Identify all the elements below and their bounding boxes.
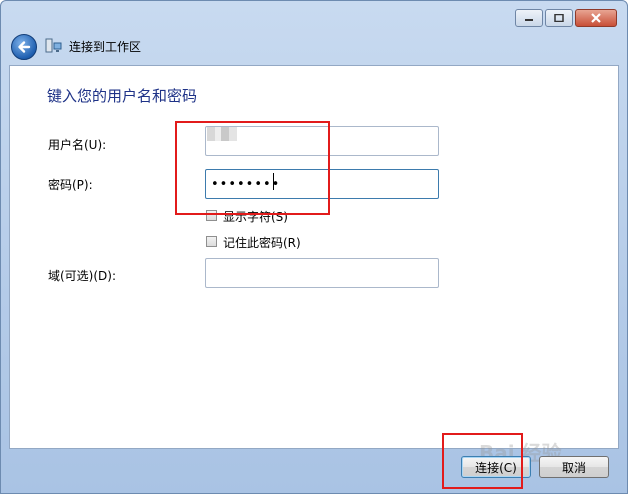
dialog-window: 连接到工作区 键入您的用户名和密码 用户名(U): 密码(P): •••••••… bbox=[0, 0, 628, 494]
connect-button[interactable]: 连接(C) bbox=[461, 456, 531, 478]
close-button[interactable] bbox=[575, 9, 617, 27]
minimize-icon bbox=[525, 19, 533, 21]
close-icon bbox=[591, 13, 601, 23]
username-input[interactable] bbox=[205, 126, 439, 156]
page-heading: 键入您的用户名和密码 bbox=[47, 87, 198, 105]
navigation-bar: 连接到工作区 bbox=[1, 29, 627, 65]
show-characters-checkbox[interactable] bbox=[206, 210, 217, 221]
remember-password-checkbox[interactable] bbox=[206, 236, 217, 247]
domain-input[interactable] bbox=[205, 258, 439, 288]
maximize-button[interactable] bbox=[545, 9, 573, 27]
cancel-button[interactable]: 取消 bbox=[539, 456, 609, 478]
workplace-network-icon bbox=[45, 38, 62, 53]
remember-password-label: 记住此密码(R) bbox=[223, 236, 301, 250]
username-redacted-value bbox=[207, 127, 237, 141]
password-label: 密码(P): bbox=[48, 178, 93, 192]
domain-label: 域(可选)(D): bbox=[48, 269, 117, 283]
maximize-icon bbox=[554, 14, 564, 22]
back-arrow-icon bbox=[18, 41, 31, 53]
text-caret bbox=[273, 173, 274, 190]
credentials-panel bbox=[9, 65, 619, 449]
username-label: 用户名(U): bbox=[48, 138, 107, 152]
window-controls bbox=[515, 9, 617, 27]
show-characters-label: 显示字符(S) bbox=[223, 210, 288, 224]
minimize-button[interactable] bbox=[515, 9, 543, 27]
window-title: 连接到工作区 bbox=[69, 40, 142, 54]
back-button[interactable] bbox=[11, 34, 37, 60]
password-masked-value: •••••••• bbox=[211, 177, 281, 192]
